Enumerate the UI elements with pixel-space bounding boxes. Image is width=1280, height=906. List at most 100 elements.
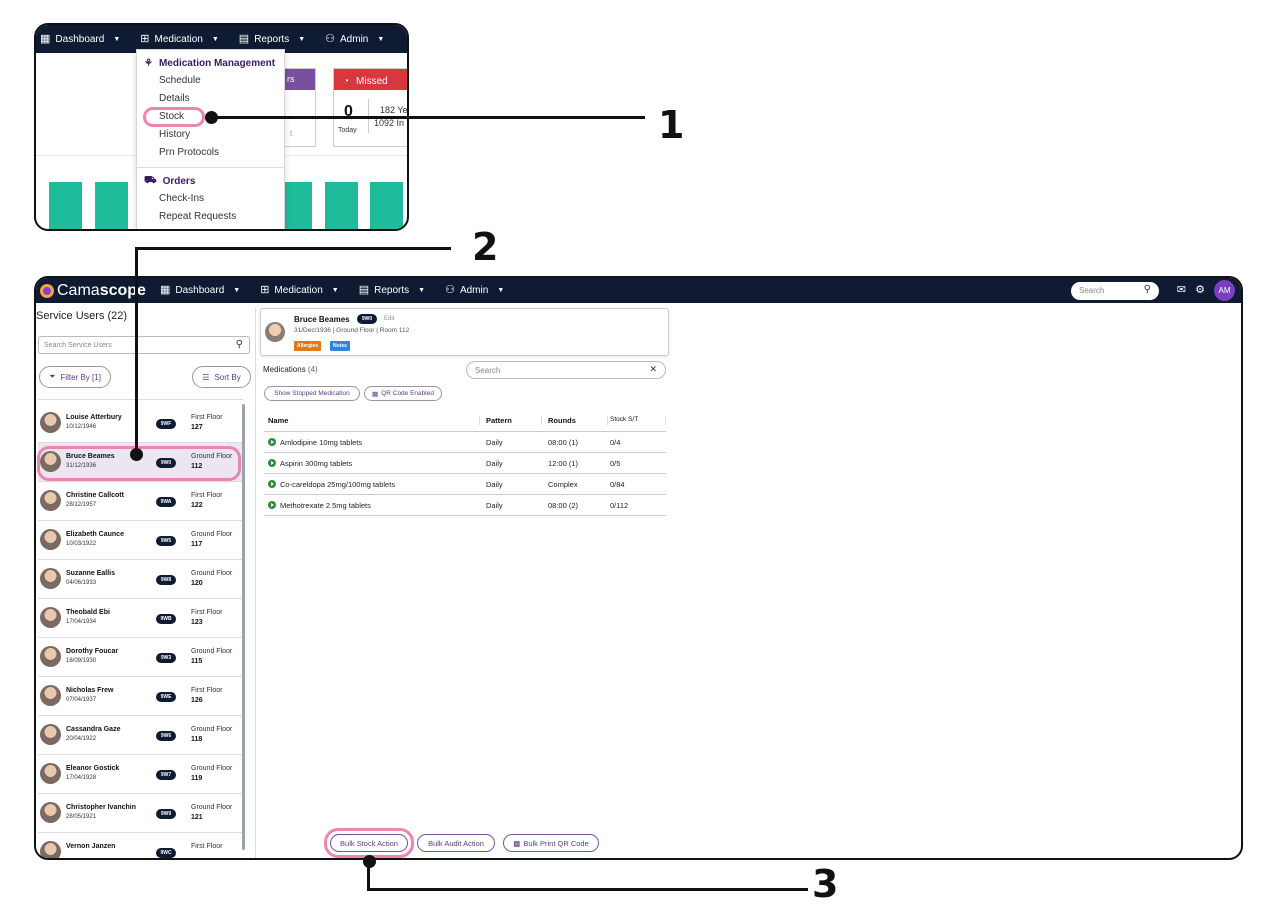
qr-icon: ▩ [513, 838, 521, 848]
service-user-row[interactable]: Christopher Ivanchin 28/05/1921 9W9 Ground … [38, 794, 242, 833]
notes-tag[interactable]: Notes [330, 341, 350, 351]
chevron-down-icon: ▼ [211, 35, 219, 43]
nav-medication[interactable]: ⊞ Medication ▼ [260, 285, 339, 297]
user-badge: 9W7 [156, 770, 176, 780]
service-user-row[interactable]: Eleanor Gostick 17/04/1928 9W7 Ground Floor… [38, 755, 242, 794]
missed-card[interactable]: ◔ Missed 0 Today 182 Ye 1092 In [333, 68, 407, 147]
play-icon[interactable] [268, 438, 276, 446]
medication-row[interactable]: Aspirin 300mg tablets Daily 12:00 (1) 0/5 [264, 453, 666, 474]
callout-number-2: 2 [472, 225, 499, 269]
play-icon[interactable] [268, 501, 276, 509]
stock-highlight [143, 107, 205, 127]
service-user-row[interactable]: Christine Callcott 28/12/1957 9WA First Flo… [38, 482, 242, 521]
menu-item-history[interactable]: History [137, 126, 284, 144]
missed-in: 1092 In [374, 118, 405, 128]
user-dob: 20/04/1922 [66, 736, 97, 742]
summary-card: rs t [283, 68, 316, 147]
missed-count-label: Today [338, 127, 357, 134]
nav-medication[interactable]: ⊞ Medication ▼ [140, 32, 219, 45]
list-scrollbar[interactable] [242, 404, 245, 850]
settings-icon[interactable]: ⚙ [1195, 283, 1205, 296]
global-search-input[interactable]: Search ⚲ [1071, 282, 1159, 300]
user-room: 121 [191, 814, 203, 821]
menu-item-schedule[interactable]: Schedule [137, 72, 284, 90]
play-icon[interactable] [268, 459, 276, 467]
chart-bar [49, 182, 82, 229]
camascope-logo[interactable]: Camascope [40, 282, 146, 300]
menu-item-prn-protocols[interactable]: Prn Protocols [137, 144, 284, 162]
user-room: 119 [191, 775, 203, 782]
service-user-row[interactable]: Cassandra Gaze 20/04/1922 9W6 Ground Floor 1… [38, 716, 242, 755]
allergies-tag[interactable]: Allergies [294, 341, 322, 351]
mail-icon[interactable]: ✉ [1177, 283, 1186, 296]
avatar [40, 841, 61, 858]
callout-number-1: 1 [658, 103, 685, 147]
user-badge: 9W9 [156, 809, 176, 819]
medication-name: Co-careldopa 25mg/100mg tablets [268, 480, 395, 489]
service-user-row[interactable]: Nicholas Frew 07/04/1937 9WE First Floor 126 [38, 677, 242, 716]
medication-row[interactable]: Amlodipine 10mg tablets Daily 08:00 (1) 0/4 [264, 432, 666, 453]
user-name: Cassandra Gaze [66, 726, 121, 733]
avatar [40, 568, 61, 589]
service-user-row[interactable]: Louise Atterbury 10/12/1946 9WF First Floor… [38, 404, 242, 443]
chevron-down-icon: ▼ [331, 287, 339, 294]
avatar [40, 802, 61, 823]
nav-dashboard[interactable]: ▦ Dashboard ▼ [160, 285, 240, 297]
search-icon: ⚲ [1143, 284, 1151, 295]
service-user-row[interactable]: Theobald Ebi 17/04/1934 9WB First Floor 123 [38, 599, 242, 638]
medication-name-text: Aspirin 300mg tablets [280, 459, 353, 468]
user-floor: Ground Floor [191, 531, 233, 538]
bulk-audit-action-button[interactable]: Bulk Audit Action [417, 834, 495, 852]
admin-icon: ⚇ [325, 32, 336, 45]
filter-icon: ⏷ [49, 372, 56, 381]
medication-pattern: Daily [486, 438, 503, 447]
medication-icon: ⊞ [140, 32, 150, 45]
user-name: Vernon Janzen [66, 843, 116, 850]
sort-button[interactable]: ☰ Sort By [192, 366, 251, 388]
nav-reports[interactable]: ▤ Reports ▼ [359, 285, 425, 297]
nav-reports[interactable]: ▤ Reports ▼ [239, 33, 305, 45]
service-user-row[interactable]: Elizabeth Caunce 10/03/1922 9W5 Ground Floo… [38, 521, 242, 560]
logo-icon [40, 283, 54, 298]
medication-search-input[interactable]: Search ✕ [466, 361, 666, 379]
callout-line-3-vertical [367, 860, 370, 890]
callout-line-1 [211, 116, 645, 119]
column-header-rounds[interactable]: Rounds [542, 410, 608, 432]
clear-icon[interactable]: ✕ [649, 364, 657, 375]
avatar [40, 529, 61, 550]
user-dob: 17/04/1934 [66, 619, 97, 625]
medications-count: (4) [307, 365, 318, 374]
nav-admin[interactable]: ⚇ Admin ▼ [325, 32, 384, 45]
chevron-down-icon: ▼ [113, 35, 121, 43]
service-user-row[interactable]: Suzanne Eallis 04/06/1933 9W8 Ground Floor 1… [38, 560, 242, 599]
qr-code-enabled-button[interactable]: ▩ QR Code Enabled [364, 386, 442, 401]
bulk-print-qr-code-button[interactable]: ▩ Bulk Print QR Code [503, 834, 599, 852]
column-header-pattern[interactable]: Pattern [480, 410, 542, 432]
callout-dot-2 [130, 448, 143, 461]
show-stopped-medication-button[interactable]: Show Stopped Medication [264, 386, 360, 401]
admin-icon: ⚇ [445, 284, 455, 296]
filter-button[interactable]: ⏷ Filter By [1] [39, 366, 111, 388]
menu-item-repeat-requests[interactable]: Repeat Requests [137, 208, 284, 226]
play-icon[interactable] [268, 480, 276, 488]
search-service-users-input[interactable]: Search Service Users ⚲ [38, 336, 250, 354]
nav-admin[interactable]: ⚇ Admin ▼ [445, 284, 504, 297]
menu-item-check-ins[interactable]: Check-Ins [137, 190, 284, 208]
card-link[interactable]: t [290, 129, 292, 138]
edit-link[interactable]: Edit [384, 316, 394, 322]
menu-item-details[interactable]: Details [137, 90, 284, 108]
user-avatar[interactable]: AM [1214, 280, 1235, 301]
orders-icon: ⛟ [144, 174, 157, 186]
service-user-row[interactable]: Dorothy Foucar 16/09/1930 9W3 Ground Floor 1… [38, 638, 242, 677]
user-badge: 9W5 [156, 536, 176, 546]
column-header-name[interactable]: Name [264, 410, 480, 432]
service-user-row[interactable]: Vernon Janzen 9WC First Floor [38, 833, 242, 858]
nav-dashboard[interactable]: ▦ Dashboard ▼ [40, 32, 121, 45]
user-dob: 10/03/1922 [66, 541, 97, 547]
patient-name: Bruce Beames [294, 315, 350, 324]
column-header-stock[interactable]: Stock S/T [608, 410, 666, 432]
dashboard-icon: ▦ [40, 32, 51, 45]
chart-bar [370, 182, 403, 229]
medication-row[interactable]: Co-careldopa 25mg/100mg tablets Daily Comp… [264, 474, 666, 495]
medication-row[interactable]: Methotrexate 2.5mg tablets Daily 08:00 (2)… [264, 495, 666, 516]
